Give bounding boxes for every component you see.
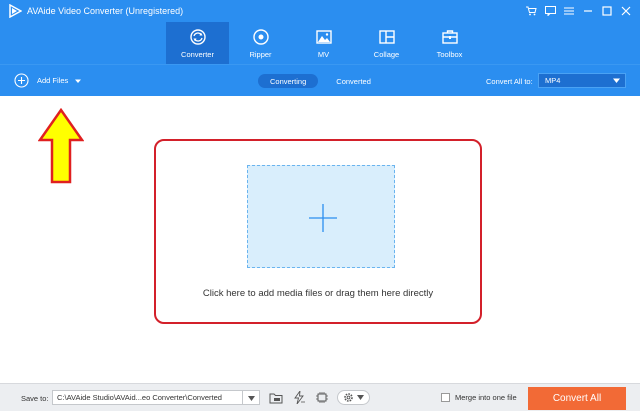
- folder-icon: [269, 393, 283, 403]
- chevron-down-icon: [613, 78, 620, 83]
- disc-icon: [252, 29, 269, 45]
- convert-all-button[interactable]: Convert All: [528, 387, 626, 410]
- window-controls: [523, 3, 634, 19]
- cart-icon[interactable]: [523, 3, 539, 19]
- collage-icon: [378, 30, 395, 44]
- settings-button[interactable]: [337, 390, 370, 405]
- title-bar: AVAide Video Converter (Unregistered): [0, 0, 640, 22]
- convert-all-to-label: Convert All to:: [486, 77, 533, 86]
- merge-checkbox[interactable]: [441, 393, 450, 402]
- plus-circle-icon: [14, 73, 29, 88]
- drop-zone[interactable]: [247, 165, 395, 268]
- lightning-off-icon: [294, 391, 305, 404]
- footer-bar: Save to: C:\AVAide Studio\AVAid...eo Con…: [0, 383, 640, 411]
- output-format-value: MP4: [545, 76, 561, 85]
- add-files-button[interactable]: Add Files: [14, 73, 82, 88]
- tab-label: Toolbox: [436, 50, 463, 59]
- save-path-value: C:\AVAide Studio\AVAid...eo Converter\Co…: [57, 393, 222, 402]
- chevron-down-icon: [248, 396, 255, 401]
- window-title: AVAide Video Converter (Unregistered): [27, 6, 184, 16]
- close-icon[interactable]: [618, 3, 634, 19]
- output-format-select[interactable]: MP4: [538, 73, 626, 88]
- tab-label: Converter: [181, 50, 214, 59]
- save-path-field[interactable]: C:\AVAide Studio\AVAid...eo Converter\Co…: [52, 390, 243, 405]
- toolbox-icon: [441, 30, 458, 44]
- arrow-up-icon: [38, 108, 84, 184]
- feedback-icon[interactable]: [542, 3, 558, 19]
- app-logo-icon: [9, 4, 22, 18]
- save-to-label: Save to:: [21, 394, 49, 403]
- tab-converted[interactable]: Converted: [324, 74, 383, 88]
- tab-label: Collage: [373, 50, 400, 59]
- status-segmented-control: Converting Converted: [258, 74, 383, 88]
- open-folder-button[interactable]: [267, 390, 285, 405]
- chevron-down-icon[interactable]: [74, 77, 82, 85]
- maximize-icon[interactable]: [599, 3, 615, 19]
- minimize-icon[interactable]: [580, 3, 596, 19]
- tab-mv[interactable]: MV: [292, 22, 355, 64]
- add-files-label: Add Files: [37, 76, 69, 85]
- save-path-dropdown[interactable]: [243, 390, 260, 405]
- tab-label: Ripper: [249, 50, 272, 59]
- chevron-down-icon: [357, 395, 364, 400]
- tab-ripper[interactable]: Ripper: [229, 22, 292, 64]
- plus-icon: [309, 204, 337, 232]
- merge-option[interactable]: Merge into one file: [441, 393, 517, 402]
- menu-icon[interactable]: [561, 3, 577, 19]
- hardware-accel-button[interactable]: [290, 390, 308, 405]
- chip-icon: [316, 392, 328, 403]
- tab-collage[interactable]: Collage: [355, 22, 418, 64]
- tab-label: MV: [317, 50, 330, 59]
- image-icon: [315, 30, 332, 44]
- tab-converter[interactable]: Converter: [166, 22, 229, 64]
- converter-toolbar: Add Files Converting Converted Convert A…: [0, 64, 640, 96]
- main-nav: Converter Ripper MV Collage Toolbox: [0, 22, 640, 64]
- tab-converting[interactable]: Converting: [258, 74, 319, 88]
- tab-toolbox[interactable]: Toolbox: [418, 22, 481, 64]
- gear-icon: [344, 393, 353, 402]
- converter-icon: [189, 29, 206, 45]
- merge-label: Merge into one file: [455, 393, 517, 402]
- drop-zone-hint[interactable]: Click here to add media files or drag th…: [154, 288, 482, 299]
- gpu-accel-button[interactable]: [313, 390, 331, 405]
